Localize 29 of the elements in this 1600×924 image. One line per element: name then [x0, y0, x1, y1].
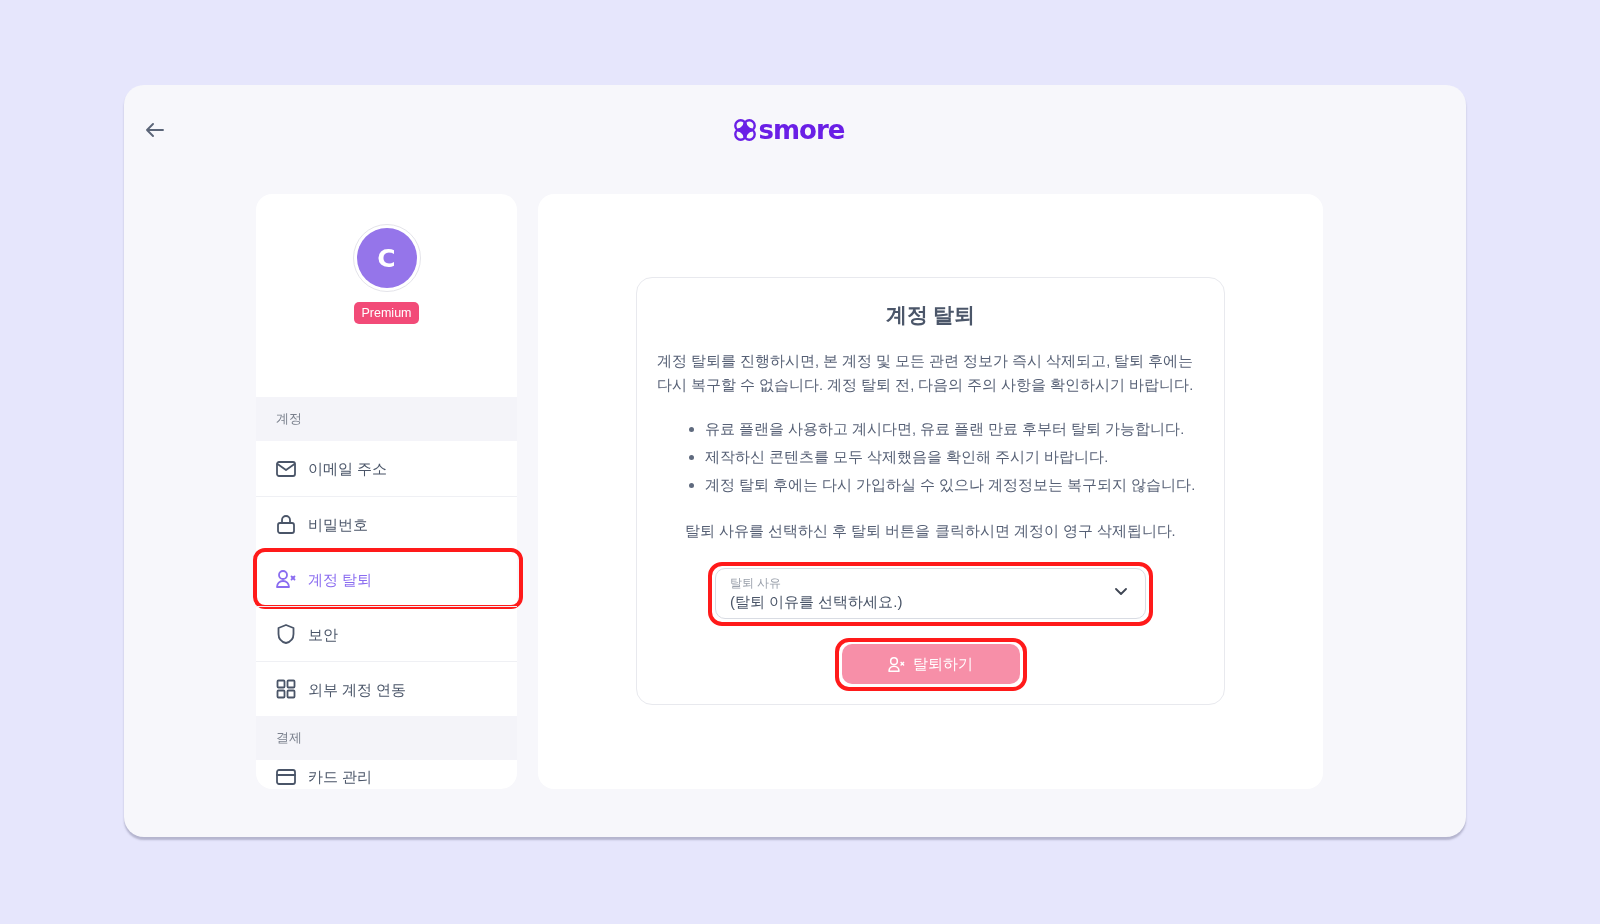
menu-item[interactable]: 보안	[256, 606, 517, 661]
intro-paragraph: 계정 탈퇴를 진행하시면, 본 계정 및 모든 관련 정보가 즉시 삭제되고, 탈퇴 후에는 다시 복구할 수 없습니다. 계정 탈퇴 전, 다음의 주의 사항을 확인하시기 바랍니다.	[657, 352, 1195, 395]
shield-icon	[276, 624, 296, 644]
person-x-icon	[888, 656, 905, 672]
notice-text: 제작하신 콘텐츠를 모두 삭제했음을 확인해 주시기 바랍니다.	[705, 448, 1109, 467]
premium-badge: Premium	[354, 302, 419, 324]
back-arrow-icon	[146, 123, 164, 137]
section-header: 결제	[256, 716, 517, 760]
instruction-text: 탈퇴 사유를 선택하신 후 탈퇴 버튼을 클릭하시면 계정이 영구 삭제됩니다.	[684, 522, 1177, 541]
card-icon	[276, 767, 296, 787]
notice-text: 계정 탈퇴 후에는 다시 가입하실 수 있으나 계정정보는 복구되지 않습니다.	[705, 476, 1196, 495]
logo-text: smore	[758, 115, 845, 145]
menu-item[interactable]: 이메일 주소	[256, 441, 517, 496]
logo-icon	[733, 119, 756, 141]
menu-item[interactable]: 비밀번호	[256, 496, 517, 551]
bullet-icon	[689, 426, 694, 432]
bullet-icon	[689, 454, 694, 460]
card-title: 계정 탈퇴	[884, 302, 977, 328]
menu-item[interactable]: 계정 탈퇴	[256, 551, 517, 606]
lock-icon	[276, 514, 296, 534]
menu-item[interactable]: 카드 관리	[256, 760, 517, 789]
back-button[interactable]	[144, 121, 166, 139]
grid-icon	[276, 679, 296, 699]
section-header: 계정	[256, 397, 517, 441]
notice-text: 유료 플랜을 사용하고 계시다면, 유료 플랜 만료 후부터 탈퇴 가능합니다.	[705, 420, 1185, 439]
person-x-icon	[276, 569, 296, 589]
envelope-icon	[276, 458, 296, 479]
bullet-icon	[689, 482, 694, 488]
chevron-down-icon	[1115, 588, 1127, 595]
